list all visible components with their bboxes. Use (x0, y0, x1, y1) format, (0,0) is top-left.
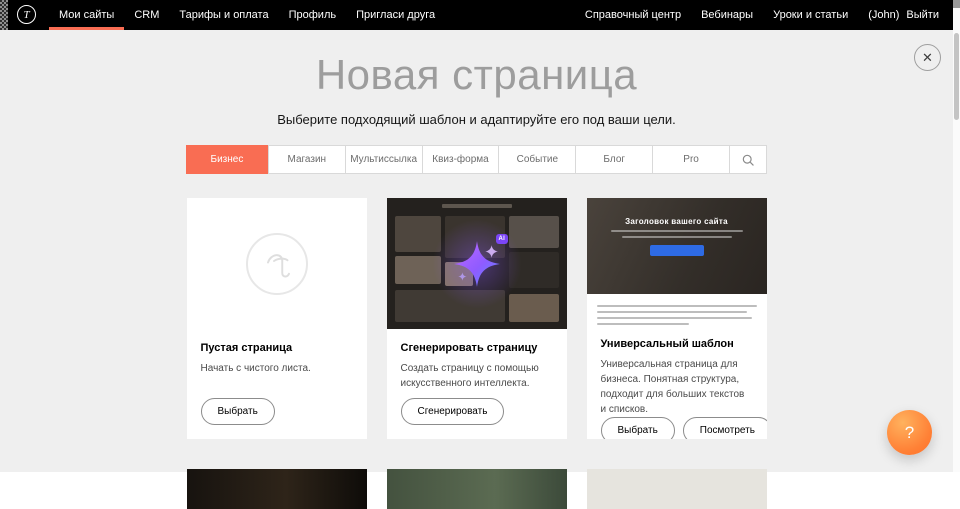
help-button[interactable]: ? (887, 410, 932, 455)
generate-preview[interactable]: AI (387, 198, 567, 329)
text-placeholder-line (597, 311, 747, 314)
tab-business[interactable]: Бизнес (186, 145, 268, 174)
template-cards: Пустая страница Начать с чистого листа. … (187, 198, 767, 439)
topbar: T Мои сайты CRM Тарифы и оплата Профиль … (0, 0, 953, 30)
collage-block (442, 204, 512, 208)
card-actions: Выбрать (201, 398, 353, 425)
tilda-logo[interactable]: T (17, 5, 36, 24)
main-nav: Мои сайты CRM Тарифы и оплата Профиль Пр… (49, 0, 445, 30)
nav-item-tariffs[interactable]: Тарифы и оплата (169, 0, 278, 30)
text-placeholder-line (611, 230, 743, 232)
logout-link[interactable]: Выйти (902, 9, 943, 21)
nav-item-lessons[interactable]: Уроки и статьи (763, 0, 858, 30)
card-body: Универсальный шаблон Универсальная стран… (587, 325, 767, 439)
generate-button[interactable]: Сгенерировать (401, 398, 505, 425)
search-icon (741, 153, 755, 167)
card-actions: Выбрать Посмотреть (601, 417, 753, 439)
text-placeholder-line (597, 317, 752, 320)
tab-event[interactable]: Событие (498, 146, 575, 173)
text-placeholder-line (597, 305, 757, 308)
template-category-tabs: Бизнес Магазин Мультиссылка Квиз-форма С… (186, 145, 767, 174)
choose-universal-button[interactable]: Выбрать (601, 417, 675, 439)
universal-preview-text-section (587, 294, 767, 325)
card-description: Создать страницу с помощью искусственног… (401, 361, 553, 391)
card-universal-template: Заголовок вашего сайта Универсальный шаб… (587, 198, 767, 439)
card-description: Начать с чистого листа. (201, 361, 353, 376)
nav-item-webinars[interactable]: Вебинары (691, 0, 763, 30)
page-title: Новая страница (0, 54, 953, 96)
card-title: Пустая страница (201, 342, 353, 354)
close-icon: ✕ (922, 51, 933, 64)
tab-pro[interactable]: Pro (652, 146, 729, 173)
blank-page-logo-circle (246, 233, 308, 295)
choose-blank-button[interactable]: Выбрать (201, 398, 275, 425)
topbar-right-nav: Справочный центр Вебинары Уроки и статьи… (575, 0, 953, 30)
user-name: (John) (858, 9, 902, 21)
universal-preview[interactable]: Заголовок вашего сайта (587, 198, 767, 325)
card-description: Универсальная страница для бизнеса. Поня… (601, 357, 753, 417)
card-body: Пустая страница Начать с чистого листа. … (187, 329, 367, 439)
ai-badge: AI (496, 234, 509, 244)
page-subtitle: Выберите подходящий шаблон и адаптируйте… (0, 112, 953, 127)
blank-page-preview[interactable] (187, 198, 367, 329)
card-title: Универсальный шаблон (601, 338, 753, 350)
tab-blog[interactable]: Блог (575, 146, 652, 173)
card-generate-page: AI Сгенерировать страницу Создать страни… (387, 198, 567, 439)
card-body: Сгенерировать страницу Создать страницу … (387, 329, 567, 439)
nav-item-help-center[interactable]: Справочный центр (575, 0, 691, 30)
view-universal-button[interactable]: Посмотреть (683, 417, 767, 439)
question-mark-icon: ? (905, 423, 914, 443)
tab-quiz-form[interactable]: Квиз-форма (422, 146, 499, 173)
nav-item-my-sites[interactable]: Мои сайты (49, 0, 124, 30)
card-title: Сгенерировать страницу (401, 342, 553, 354)
card-blank-page: Пустая страница Начать с чистого листа. … (187, 198, 367, 439)
tab-shop[interactable]: Магазин (268, 146, 345, 173)
scrollbar-cap (953, 0, 960, 8)
nav-item-profile[interactable]: Профиль (279, 0, 347, 30)
nav-item-invite-friend[interactable]: Пригласи друга (346, 0, 445, 30)
ai-star-icon (452, 239, 502, 289)
preview-heading: Заголовок вашего сайта (625, 217, 728, 226)
nav-item-crm[interactable]: CRM (124, 0, 169, 30)
text-placeholder-line (622, 236, 732, 238)
scrollbar-thumb[interactable] (954, 33, 959, 120)
scrollbar[interactable] (953, 0, 960, 472)
close-button[interactable]: ✕ (914, 44, 941, 71)
tab-multilink[interactable]: Мультиссылка (345, 146, 422, 173)
tilda-mark-icon (259, 246, 295, 282)
new-page-dialog: ✕ Новая страница Выберите подходящий шаб… (0, 30, 953, 472)
universal-preview-hero: Заголовок вашего сайта (587, 198, 767, 294)
tilda-logo-letter: T (23, 9, 29, 21)
next-row-card-preview[interactable] (587, 469, 767, 509)
tab-search[interactable] (729, 146, 766, 173)
next-row-card-preview[interactable] (187, 469, 367, 509)
next-row-card-preview[interactable] (387, 469, 567, 509)
preview-cta-button (650, 245, 704, 256)
card-actions: Сгенерировать (401, 398, 553, 425)
edge-texture (0, 0, 8, 30)
template-cards-row-2 (187, 469, 767, 509)
user-group: (John) Выйти (858, 0, 943, 30)
